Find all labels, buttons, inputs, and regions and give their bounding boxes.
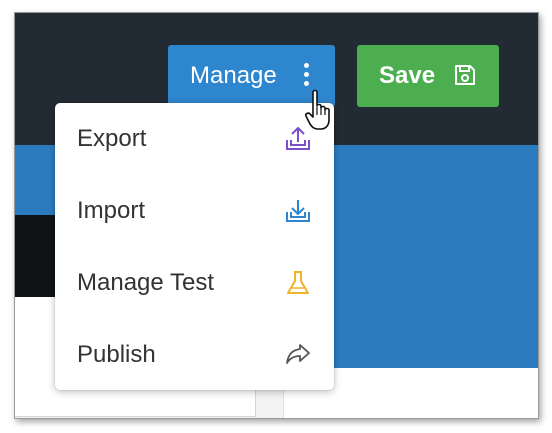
menu-item-manage-test[interactable]: Manage Test — [55, 247, 334, 319]
save-button-label: Save — [379, 62, 436, 89]
screenshot-frame: Manage Save Export Import Manage Test Pu… — [14, 12, 539, 419]
kebab-menu-icon[interactable] — [302, 63, 310, 89]
save-button[interactable]: Save — [357, 45, 499, 107]
share-arrow-icon — [286, 344, 310, 364]
menu-item-publish[interactable]: Publish — [55, 319, 334, 391]
menu-item-label: Manage Test — [77, 269, 214, 296]
menu-item-label: Publish — [77, 341, 156, 368]
manage-button-label: Manage — [190, 62, 277, 89]
menu-item-export[interactable]: Export — [55, 103, 334, 175]
floppy-disk-icon — [455, 65, 475, 85]
flask-icon — [287, 271, 309, 294]
menu-item-label: Import — [77, 197, 146, 224]
menu-item-label: Export — [77, 125, 147, 152]
menu-item-import[interactable]: Import — [55, 175, 334, 247]
import-download-icon — [286, 200, 310, 222]
manage-dropdown-menu: Export Import Manage Test Publish — [55, 103, 334, 390]
hand-pointer-cursor-icon — [305, 89, 330, 130]
